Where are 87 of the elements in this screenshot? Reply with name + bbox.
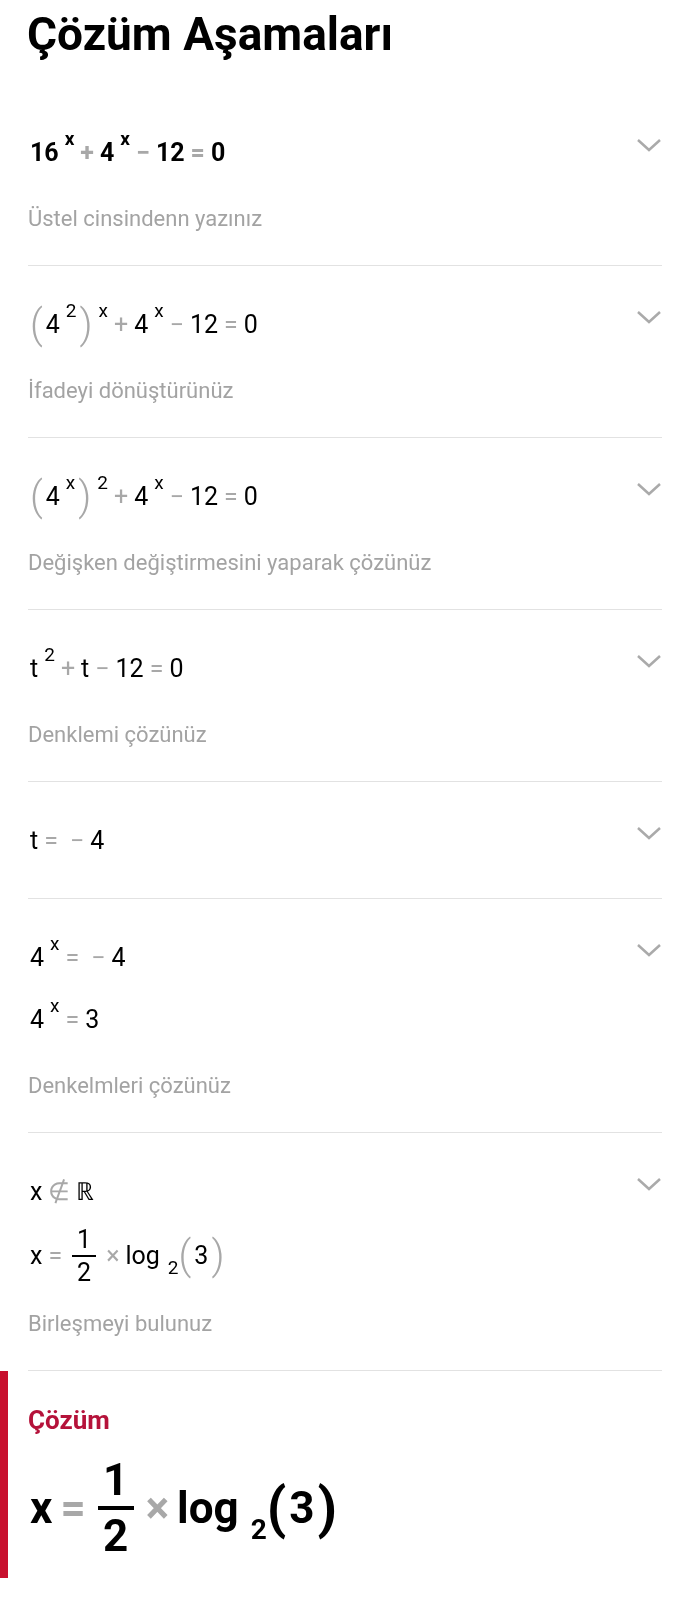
math-operator: −: [95, 656, 110, 681]
math-term: 4: [100, 140, 115, 165]
page-title: Çözüm Aşamaları: [26, 6, 394, 63]
math-operator: =: [149, 656, 164, 681]
step-caption: Denkelmleri çözünüz: [28, 1071, 231, 1100]
math-term: 12: [190, 312, 219, 337]
math-term: 12: [190, 484, 219, 509]
math-term: 12: [155, 140, 185, 165]
chevron-down-icon[interactable]: [636, 825, 662, 842]
math-term: 0: [210, 140, 226, 165]
math-operator: +: [114, 484, 129, 509]
math-subscript: 2: [167, 1258, 179, 1277]
math-parenthesis: (: [178, 1235, 192, 1276]
math-term: x: [30, 1485, 53, 1530]
chevron-down-icon[interactable]: [636, 137, 662, 154]
math-term: 4: [134, 484, 149, 509]
math-operator: −: [169, 484, 184, 509]
math-operator: +: [114, 312, 129, 337]
math-term: 4: [134, 312, 149, 337]
math-term: x: [30, 1179, 43, 1204]
math-operator: =: [44, 828, 58, 853]
step-caption: Değişken değiştirmesini yaparak çözünüz: [28, 548, 432, 577]
math-term: log: [125, 1243, 160, 1268]
math-operator: =: [60, 1485, 86, 1530]
math-operator: −: [69, 828, 85, 853]
math-subscript: 2: [250, 1515, 267, 1544]
math-operator: ×: [106, 1243, 120, 1268]
chevron-down-icon[interactable]: [636, 309, 662, 326]
math-operator: ×: [145, 1485, 169, 1530]
math-term: 0: [243, 312, 258, 337]
math-parenthesis: ): [211, 1235, 225, 1276]
chevron-down-icon[interactable]: [636, 1176, 662, 1193]
math-operator: =: [48, 1243, 63, 1268]
math-term: 4: [30, 945, 45, 970]
math-operator: ∉: [48, 1179, 71, 1204]
math-operator: +: [80, 140, 94, 165]
math-operator: −: [169, 312, 184, 337]
math-exponent: x: [50, 996, 60, 1015]
chevron-down-icon[interactable]: [636, 653, 662, 670]
math-term: 3: [289, 1485, 315, 1530]
chevron-down-icon[interactable]: [636, 481, 662, 498]
math-term: 0: [243, 484, 258, 509]
math-operator: −: [91, 945, 106, 970]
solution-label: Çözüm: [28, 1403, 111, 1437]
math-exponent: x: [154, 473, 164, 492]
chevron-down-icon[interactable]: [636, 942, 662, 959]
math-exponent: 2: [97, 473, 108, 492]
math-term: ℝ: [76, 1179, 95, 1204]
math-term: 4: [30, 1007, 45, 1032]
step-caption: Birleşmeyi bulunuz: [28, 1309, 214, 1338]
math-term: t: [81, 656, 90, 681]
math-operator: =: [224, 484, 238, 509]
math-term: 3: [85, 1007, 100, 1032]
math-term: log: [177, 1485, 239, 1530]
fraction-denominator: 2: [77, 1259, 92, 1285]
fraction-denominator: 2: [103, 1513, 129, 1558]
math-operator: =: [190, 140, 205, 165]
math-term: 16: [30, 140, 59, 165]
math-exponent: x: [154, 301, 164, 320]
fraction-numerator: 1: [77, 1226, 92, 1252]
math-term: 4: [90, 828, 105, 853]
step-caption: Denklemi çözünüz: [28, 720, 207, 749]
fraction-numerator: 1: [103, 1457, 129, 1502]
math-exponent: x: [98, 301, 108, 320]
math-term: 4: [111, 945, 126, 970]
math-term: 0: [169, 656, 184, 681]
step-caption: Üstel cinsindenn yazınız: [28, 204, 263, 233]
math-exponent: x: [50, 934, 60, 953]
math-term: t: [30, 656, 39, 681]
step-caption: İfadeyi dönüştürünüz: [28, 376, 235, 405]
math-exponent: x: [64, 129, 75, 148]
math-term: 4: [45, 312, 60, 337]
math-exponent: 2: [65, 301, 77, 320]
math-term: 4: [45, 484, 60, 509]
math-term: 3: [194, 1243, 209, 1268]
math-operator: +: [60, 656, 76, 681]
math-term: 12: [115, 656, 144, 681]
math-exponent: x: [120, 129, 130, 148]
math-operator: −: [136, 140, 150, 165]
math-operator: =: [65, 945, 80, 970]
math-term: t: [30, 828, 39, 853]
math-term: x: [30, 1243, 43, 1268]
math-exponent: x: [65, 473, 76, 492]
math-exponent: 2: [44, 645, 55, 664]
math-parenthesis: ): [79, 304, 93, 345]
math-operator: =: [65, 1007, 80, 1032]
math-operator: =: [224, 312, 238, 337]
